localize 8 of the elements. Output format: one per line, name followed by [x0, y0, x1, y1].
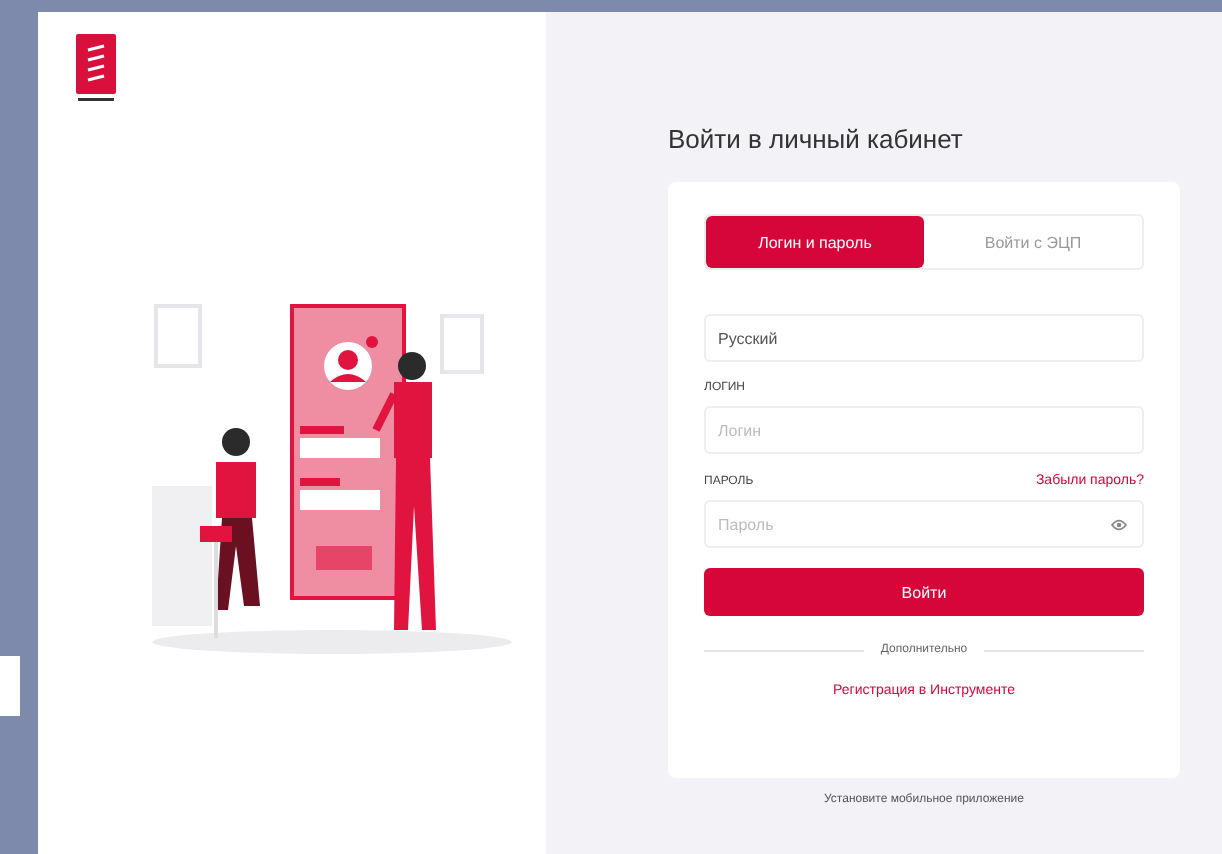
- password-input[interactable]: Пароль: [704, 500, 1144, 548]
- logo-icon: [76, 34, 116, 102]
- language-select[interactable]: Русский: [704, 314, 1144, 362]
- tab[interactable]: Логин и пароль: [706, 216, 924, 268]
- login-input[interactable]: Логин: [704, 406, 1144, 454]
- eye-icon[interactable]: [1110, 518, 1128, 532]
- page-title: Войти в личный кабинет: [668, 124, 965, 154]
- login-button[interactable]: Войти: [704, 568, 1144, 616]
